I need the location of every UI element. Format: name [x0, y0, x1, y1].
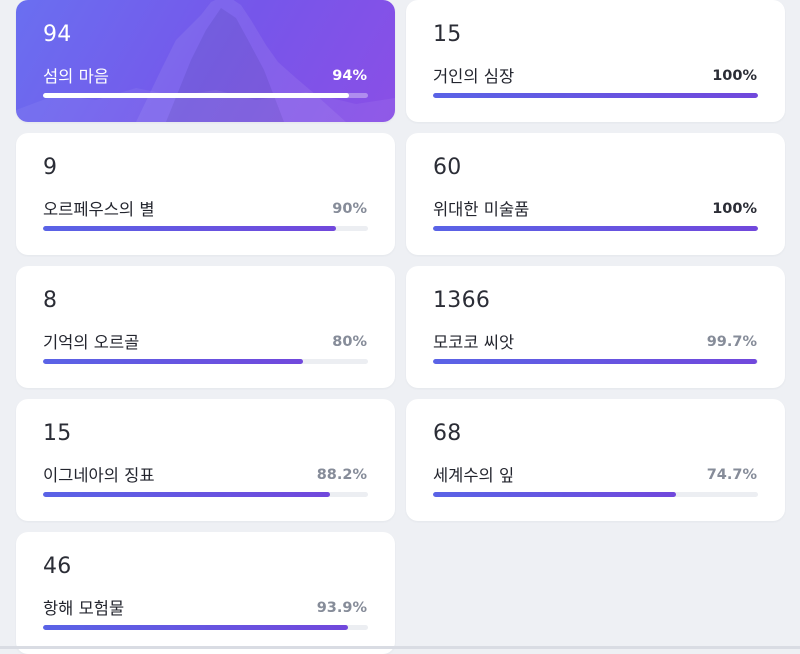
item-name: 기억의 오르골 — [43, 333, 140, 352]
progress-fill — [43, 359, 303, 364]
item-name: 세계수의 잎 — [433, 466, 515, 485]
item-name: 오르페우스의 별 — [43, 200, 155, 219]
collection-card[interactable]: 9 오르페우스의 별 90% — [16, 133, 395, 255]
completion-percent: 90% — [332, 201, 367, 217]
completion-percent: 94% — [332, 68, 367, 84]
progress-bar — [43, 359, 368, 364]
item-count: 9 — [43, 155, 58, 180]
progress-fill — [43, 93, 349, 98]
progress-bar — [433, 359, 758, 364]
item-name: 모코코 씨앗 — [433, 333, 515, 352]
collection-card[interactable]: 46 항해 모험물 93.9% — [16, 532, 395, 654]
progress-fill — [43, 625, 349, 630]
item-name: 위대한 미술품 — [433, 200, 530, 219]
completion-percent: 100% — [712, 201, 757, 217]
item-count: 94 — [43, 22, 72, 47]
item-name: 이그네아의 징표 — [43, 466, 155, 485]
collection-card-featured[interactable]: 94 섬의 마음 94% — [16, 0, 395, 122]
mountain-background-illustration — [16, 0, 395, 122]
progress-bar — [433, 492, 758, 497]
progress-fill — [433, 93, 758, 98]
collection-card[interactable]: 1366 모코코 씨앗 99.7% — [406, 266, 785, 388]
item-name: 섬의 마음 — [43, 67, 109, 86]
progress-fill — [433, 492, 676, 497]
collection-card[interactable]: 60 위대한 미술품 100% — [406, 133, 785, 255]
item-name: 거인의 심장 — [433, 67, 515, 86]
item-count: 60 — [433, 155, 462, 180]
item-name: 항해 모험물 — [43, 599, 125, 618]
item-count: 68 — [433, 421, 462, 446]
progress-bar — [433, 226, 758, 231]
item-count: 1366 — [433, 288, 491, 313]
item-count: 8 — [43, 288, 58, 313]
progress-fill — [43, 492, 330, 497]
item-count: 15 — [433, 22, 462, 47]
progress-fill — [433, 226, 758, 231]
progress-bar — [433, 93, 758, 98]
progress-fill — [43, 226, 336, 231]
completion-percent: 80% — [332, 334, 367, 350]
collection-grid: 94 섬의 마음 94% 15 거인의 심장 100% 9 오르페우스의 별 9… — [0, 0, 800, 654]
completion-percent: 88.2% — [316, 467, 367, 483]
completion-percent: 93.9% — [316, 600, 367, 616]
completion-percent: 99.7% — [706, 334, 757, 350]
progress-bar — [43, 492, 368, 497]
item-count: 46 — [43, 554, 72, 579]
collection-card[interactable]: 8 기억의 오르골 80% — [16, 266, 395, 388]
collection-card[interactable]: 68 세계수의 잎 74.7% — [406, 399, 785, 521]
progress-bar — [43, 625, 368, 630]
completion-percent: 74.7% — [706, 467, 757, 483]
completion-percent: 100% — [712, 68, 757, 84]
item-count: 15 — [43, 421, 72, 446]
progress-bar — [43, 93, 368, 98]
collection-card[interactable]: 15 이그네아의 징표 88.2% — [16, 399, 395, 521]
collection-card[interactable]: 15 거인의 심장 100% — [406, 0, 785, 122]
progress-bar — [43, 226, 368, 231]
progress-fill — [433, 359, 758, 364]
